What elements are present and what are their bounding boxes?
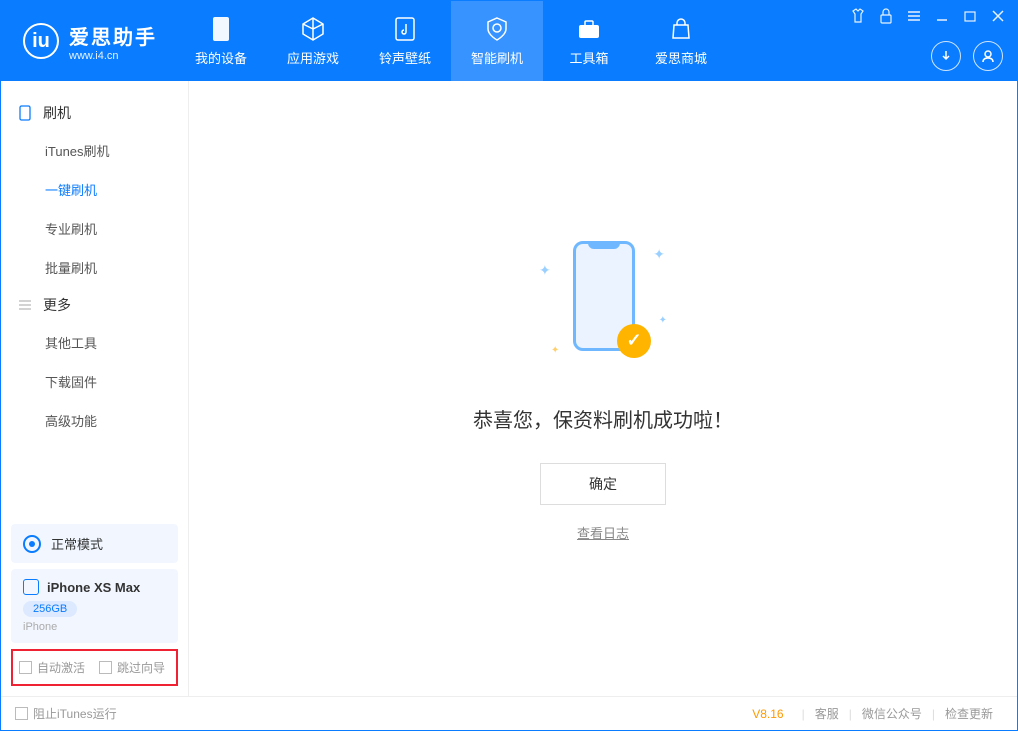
checkbox-label: 阻止iTunes运行: [33, 705, 117, 722]
footer-link-wechat[interactable]: 微信公众号: [852, 705, 932, 722]
nav-label: 工具箱: [569, 48, 608, 67]
section-title: 更多: [43, 295, 71, 315]
nav-tab-apps-games[interactable]: 应用游戏: [267, 1, 359, 81]
sidebar-item-download-firmware[interactable]: 下载固件: [1, 362, 188, 401]
app-name: 爱思助手: [69, 21, 157, 50]
sidebar-item-other-tools[interactable]: 其他工具: [1, 323, 188, 362]
logo: iu 爱思助手 www.i4.cn: [1, 21, 175, 62]
shield-refresh-icon: [484, 16, 510, 42]
sparkle-icon: ✦: [539, 262, 551, 279]
nav-label: 应用游戏: [287, 48, 339, 67]
view-log-link[interactable]: 查看日志: [577, 523, 629, 542]
checkbox-icon: [99, 661, 112, 674]
minimize-icon[interactable]: [933, 7, 951, 25]
sidebar-item-batch-flash[interactable]: 批量刷机: [1, 248, 188, 287]
options-highlight-box: 自动激活 跳过向导: [11, 649, 178, 686]
success-illustration: ✦ ✦ ✦ ✦ ✓: [533, 236, 673, 376]
sidebar-item-advanced[interactable]: 高级功能: [1, 401, 188, 440]
maximize-icon[interactable]: [961, 7, 979, 25]
nav-tab-my-device[interactable]: 我的设备: [175, 1, 267, 81]
mode-icon: [23, 535, 41, 553]
device-mode-card[interactable]: 正常模式: [11, 524, 178, 563]
section-title: 刷机: [43, 103, 71, 123]
bag-icon: [668, 16, 694, 42]
footer: 阻止iTunes运行 V8.16 | 客服 | 微信公众号 | 检查更新: [1, 696, 1017, 730]
device-name: iPhone XS Max: [47, 580, 140, 595]
main-content: ✦ ✦ ✦ ✦ ✓ 恭喜您，保资料刷机成功啦！ 确定 查看日志: [189, 81, 1017, 696]
logo-icon: iu: [23, 23, 59, 59]
titlebar-controls: [849, 7, 1007, 25]
nav-label: 爱思商城: [655, 48, 707, 67]
sidebar-section-more: 更多: [1, 287, 188, 323]
sparkle-icon: ✦: [659, 315, 667, 326]
checkbox-block-itunes[interactable]: 阻止iTunes运行: [15, 705, 117, 722]
nav-tab-smart-flash[interactable]: 智能刷机: [451, 1, 543, 81]
footer-link-update[interactable]: 检查更新: [935, 705, 1003, 722]
version-label: V8.16: [752, 707, 783, 721]
checkbox-auto-activate[interactable]: 自动激活: [19, 659, 85, 676]
checkbox-label: 自动激活: [37, 659, 85, 676]
user-icon[interactable]: [973, 41, 1003, 71]
device-card[interactable]: iPhone XS Max 256GB iPhone: [11, 569, 178, 643]
ok-button[interactable]: 确定: [540, 463, 666, 505]
cube-icon: [300, 16, 326, 42]
checkbox-skip-guide[interactable]: 跳过向导: [99, 659, 165, 676]
toolbox-icon: [576, 16, 602, 42]
menu-icon[interactable]: [905, 7, 923, 25]
checkbox-icon: [15, 707, 28, 720]
close-icon[interactable]: [989, 7, 1007, 25]
device-type: iPhone: [23, 621, 166, 633]
footer-link-support[interactable]: 客服: [805, 705, 849, 722]
device-capacity: 256GB: [23, 601, 77, 617]
nav-tabs: 我的设备 应用游戏 铃声壁纸 智能刷机 工具箱 爱思商城: [175, 1, 727, 81]
tshirt-icon[interactable]: [849, 7, 867, 25]
sidebar-section-flash: 刷机: [1, 95, 188, 131]
nav-tab-toolbox[interactable]: 工具箱: [543, 1, 635, 81]
sidebar: 刷机 iTunes刷机 一键刷机 专业刷机 批量刷机 更多 其他工具 下载固件 …: [1, 81, 189, 696]
check-badge-icon: ✓: [617, 324, 651, 358]
device-phone-icon: [23, 579, 39, 595]
music-file-icon: [392, 16, 418, 42]
phone-icon: [17, 105, 33, 121]
sparkle-icon: ✦: [653, 246, 665, 263]
checkbox-label: 跳过向导: [117, 659, 165, 676]
sidebar-item-pro-flash[interactable]: 专业刷机: [1, 209, 188, 248]
app-url: www.i4.cn: [69, 50, 157, 62]
sidebar-item-oneclick-flash[interactable]: 一键刷机: [1, 170, 188, 209]
success-message: 恭喜您，保资料刷机成功啦！: [473, 404, 733, 433]
nav-label: 智能刷机: [471, 48, 523, 67]
mode-label: 正常模式: [51, 534, 103, 553]
download-icon[interactable]: [931, 41, 961, 71]
nav-label: 铃声壁纸: [379, 48, 431, 67]
sparkle-icon: ✦: [551, 345, 559, 356]
nav-tab-store[interactable]: 爱思商城: [635, 1, 727, 81]
nav-label: 我的设备: [195, 48, 247, 67]
app-header: iu 爱思助手 www.i4.cn 我的设备 应用游戏 铃声壁纸 智能刷机 工具…: [1, 1, 1017, 81]
list-icon: [17, 297, 33, 313]
header-right-actions: [931, 41, 1003, 71]
lock-icon[interactable]: [877, 7, 895, 25]
sidebar-item-itunes-flash[interactable]: iTunes刷机: [1, 131, 188, 170]
phone-notch-icon: [588, 241, 620, 249]
device-icon: [208, 16, 234, 42]
checkbox-icon: [19, 661, 32, 674]
nav-tab-ringtones[interactable]: 铃声壁纸: [359, 1, 451, 81]
